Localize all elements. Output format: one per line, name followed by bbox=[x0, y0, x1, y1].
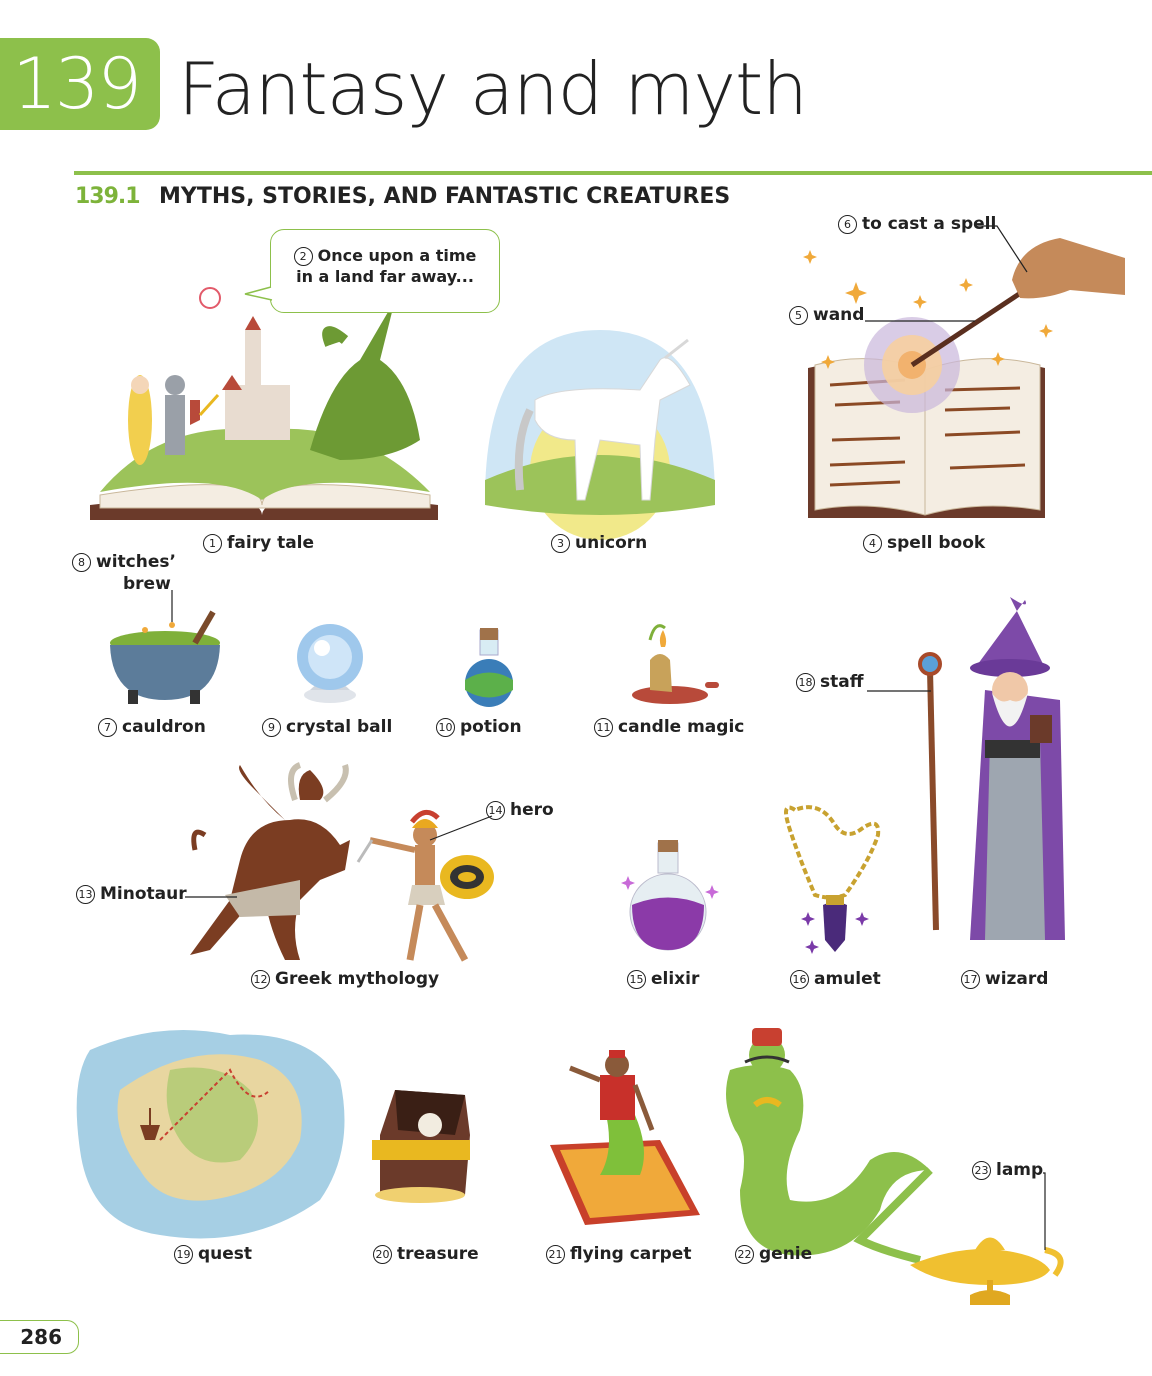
label-flying-carpet: 21 flying carpet bbox=[546, 1243, 691, 1265]
label-lamp: 23 lamp bbox=[972, 1159, 1043, 1181]
label-hero: 14 hero bbox=[486, 799, 554, 821]
label-wand: 5 wand bbox=[789, 304, 864, 326]
label-fairy-tale: 1 fairy tale bbox=[203, 532, 314, 554]
label-staff: 18 staff bbox=[796, 671, 864, 693]
label-wizard: 17 wizard bbox=[961, 968, 1048, 990]
label-treasure: 20 treasure bbox=[373, 1243, 479, 1265]
label-amulet: 16 amulet bbox=[790, 968, 881, 990]
label-potion: 10 potion bbox=[436, 716, 522, 738]
label-minotaur: 13 Minotaur bbox=[76, 883, 187, 905]
label-cauldron: 7 cauldron bbox=[98, 716, 206, 738]
label-greek-mythology: 12 Greek mythology bbox=[251, 968, 439, 990]
label-elixir: 15 elixir bbox=[627, 968, 699, 990]
page-number: 286 bbox=[0, 1320, 79, 1354]
label-witches-brew-line2: brew bbox=[123, 574, 171, 594]
label-witches-brew: 8 witches’ bbox=[72, 551, 176, 573]
label-unicorn: 3 unicorn bbox=[551, 532, 647, 554]
label-genie: 22 genie bbox=[735, 1243, 812, 1265]
label-spell-book: 4 spell book bbox=[863, 532, 985, 554]
label-cast-a-spell: 6 to cast a spell bbox=[838, 213, 996, 235]
label-quest: 19 quest bbox=[174, 1243, 252, 1265]
label-candle-magic: 11 candle magic bbox=[594, 716, 744, 738]
label-crystal-ball: 9 crystal ball bbox=[262, 716, 392, 738]
